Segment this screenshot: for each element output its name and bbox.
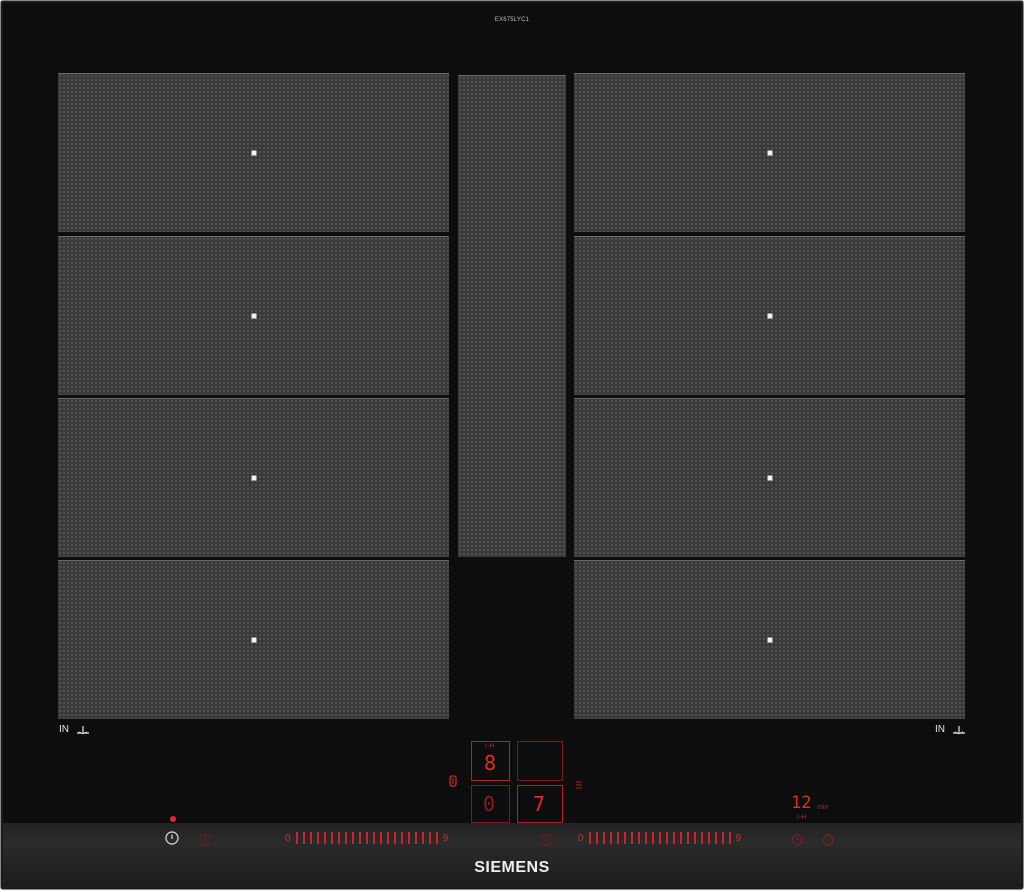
slider-tick: [665, 832, 668, 844]
zone-select-icon: [541, 834, 553, 846]
slider-tick: [658, 832, 661, 844]
slider-tick: [351, 832, 354, 844]
cooking-zone-left-1[interactable]: [58, 73, 449, 232]
power-indicator-light: [170, 816, 176, 822]
cooking-zone-left-2[interactable]: [58, 236, 449, 395]
zone-center-marker: [251, 150, 256, 156]
slider-tick: [637, 832, 640, 844]
slider-tick: [344, 832, 347, 844]
slider-tick: [428, 832, 431, 844]
cooking-zone-left-4[interactable]: [58, 560, 449, 719]
cooking-zone-right-4[interactable]: [574, 560, 965, 719]
zone-display-top-right[interactable]: [517, 741, 563, 781]
zone-center-marker: [251, 637, 256, 643]
timer-icon: [791, 834, 804, 846]
power-slider-right[interactable]: 0 9: [578, 831, 741, 845]
slider-tick: [302, 832, 305, 844]
slider-tick: [372, 832, 375, 844]
cooktop-glass: EX675LYC1 IN IN I-H 8 0 7 12 min I-H 0 9…: [0, 0, 1024, 890]
cooking-zone-center[interactable]: [458, 75, 566, 557]
slider-max-label: 9: [442, 832, 449, 844]
control-strip: [3, 823, 1021, 889]
zone-center-marker: [251, 313, 256, 319]
slider-tick: [651, 832, 654, 844]
slider-tick: [707, 832, 710, 844]
slider-max-label: 9: [735, 832, 742, 844]
child-lock-button[interactable]: [199, 833, 211, 851]
slider-tick: [686, 832, 689, 844]
slider-min-label: 0: [578, 832, 584, 844]
cooking-zone-right-2[interactable]: [574, 236, 965, 395]
slider-tick: [588, 832, 591, 844]
power-slider-left[interactable]: 0 9: [285, 831, 448, 845]
timer-sub-label: I-H: [797, 814, 807, 821]
in-label-text: IN: [935, 724, 945, 735]
slider-tick: [337, 832, 340, 844]
zone-center-marker: [767, 637, 772, 643]
slider-tick: [700, 832, 703, 844]
stopwatch-button[interactable]: [822, 833, 835, 851]
slider-tick: [630, 832, 633, 844]
slider-tick: [421, 832, 424, 844]
timer-value: 12: [791, 793, 812, 813]
slider-tick: [400, 832, 403, 844]
cooking-zone-left-3[interactable]: [58, 398, 449, 557]
slider-tick: [679, 832, 682, 844]
cooking-zone-right-3[interactable]: [574, 398, 965, 557]
pan-detect-icon: [575, 777, 583, 795]
slider-tick: [672, 832, 675, 844]
power-level-display: 0: [483, 792, 496, 816]
slider-tick: [358, 832, 361, 844]
flexinduction-indicator-right: IN: [935, 724, 967, 735]
zone-center-marker: [767, 313, 772, 319]
power-icon: [165, 831, 179, 845]
power-button[interactable]: [165, 831, 179, 850]
slider-tick: [316, 832, 319, 844]
slider-tick: [435, 832, 438, 844]
slider-tick: [623, 832, 626, 844]
timer-button[interactable]: [791, 833, 804, 851]
stopwatch-icon: [822, 834, 835, 846]
brand-logo: SIEMENS: [474, 859, 550, 876]
zone-select-button[interactable]: [541, 833, 553, 851]
slider-tick: [609, 832, 612, 844]
powerboost-label: I-H: [485, 743, 495, 750]
model-label: EX675LYC1: [494, 17, 530, 23]
cooking-zone-right-1[interactable]: [574, 73, 965, 232]
slider-tick: [330, 832, 333, 844]
power-level-display: 7: [533, 792, 546, 816]
slider-tick: [323, 832, 326, 844]
slider-tick: [602, 832, 605, 844]
slider-tick: [693, 832, 696, 844]
slider-tick: [714, 832, 717, 844]
slider-tick: [414, 832, 417, 844]
flexinduction-indicator-left: IN: [59, 724, 91, 735]
slider-tick: [365, 832, 368, 844]
power-level-display: 8: [484, 751, 497, 775]
slider-tick: [393, 832, 396, 844]
slider-tick: [295, 832, 298, 844]
slider-tick: [407, 832, 410, 844]
slider-tick: [309, 832, 312, 844]
slider-tick: [379, 832, 382, 844]
slider-tick: [728, 832, 731, 844]
slider-tick: [595, 832, 598, 844]
slider-tick: [644, 832, 647, 844]
pan-detect-icon: [449, 774, 457, 792]
in-label-text: IN: [59, 724, 69, 735]
slider-tick: [721, 832, 724, 844]
pan-icon: [953, 725, 965, 734]
zone-center-marker: [767, 150, 772, 156]
zone-center-marker: [767, 475, 772, 481]
zone-center-marker: [251, 475, 256, 481]
slider-min-label: 0: [285, 832, 291, 844]
timer-unit: min: [817, 804, 829, 811]
child-lock-icon: [199, 834, 211, 846]
pan-icon: [77, 725, 89, 734]
slider-tick: [616, 832, 619, 844]
slider-tick: [386, 832, 389, 844]
